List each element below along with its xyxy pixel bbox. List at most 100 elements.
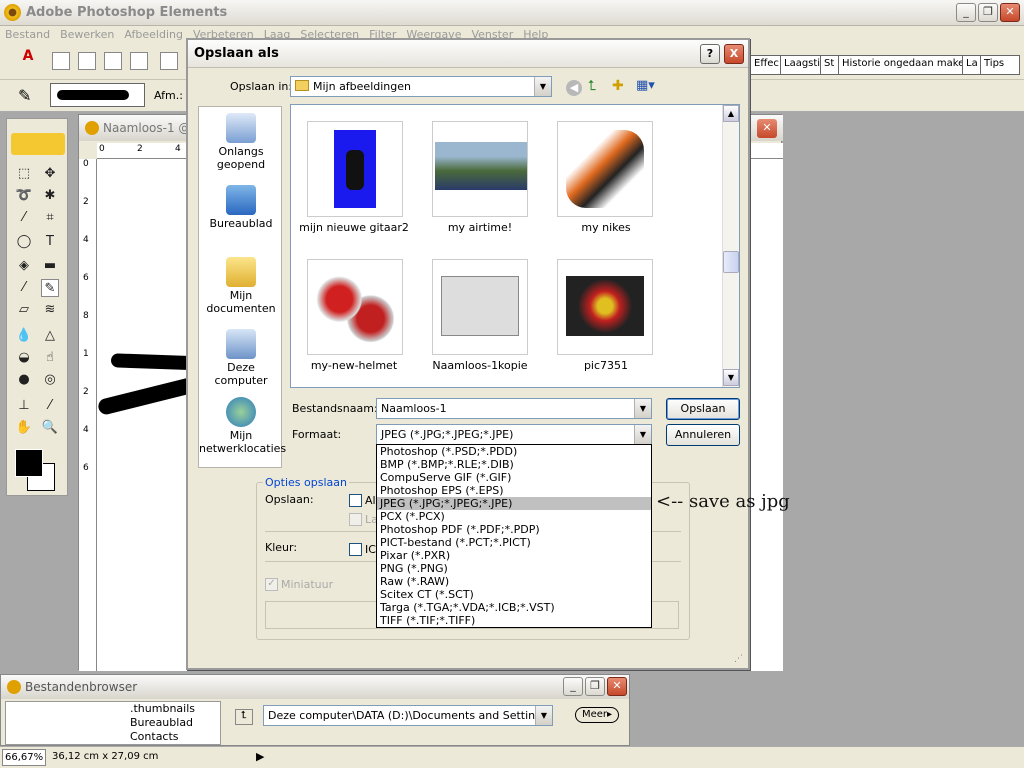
palette-tab-history[interactable]: Historie ongedaan maken	[839, 56, 963, 74]
hand-tool-icon[interactable]: ✋	[15, 419, 33, 437]
file-list-scrollbar[interactable]: ▲ ▼	[722, 105, 739, 387]
save-button[interactable]: Opslaan	[666, 398, 740, 420]
zoom-level[interactable]: 66,67%	[2, 749, 46, 766]
file-thumbnail[interactable]	[307, 259, 403, 355]
place-my-documents[interactable]: Mijn documenten	[199, 257, 283, 315]
file-name[interactable]: mijn nieuwe gitaar2	[291, 221, 417, 234]
format-option[interactable]: BMP (*.BMP;*.RLE;*.DIB)	[377, 458, 651, 471]
minimize-button[interactable]: _	[956, 3, 976, 22]
file-thumbnail[interactable]	[557, 121, 653, 217]
import-icon[interactable]	[130, 52, 148, 70]
format-option[interactable]: TIFF (*.TIF;*.TIFF)	[377, 614, 651, 627]
menu-item-bestand[interactable]: Bestand	[0, 26, 55, 43]
format-option-selected[interactable]: JPEG (*.JPG;*.JPEG;*.JPE)	[377, 497, 651, 510]
lasso-tool-icon[interactable]: ➰	[15, 187, 33, 205]
format-option[interactable]: CompuServe GIF (*.GIF)	[377, 471, 651, 484]
zoom-tool-icon[interactable]: 🔍	[41, 419, 59, 437]
save-in-combo[interactable]: Mijn afbeeldingen ▼	[290, 76, 552, 97]
clone-tool-icon[interactable]: ◎	[41, 371, 59, 389]
format-option[interactable]: Targa (*.TGA;*.VDA;*.ICB;*.VST)	[377, 601, 651, 614]
new-file-icon[interactable]	[52, 52, 70, 70]
impressionist-brush-icon[interactable]: ≋	[41, 301, 59, 319]
shape-tool-icon[interactable]: ◯	[15, 233, 33, 251]
browse-icon[interactable]	[104, 52, 122, 70]
dialog-close-button[interactable]: X	[724, 44, 744, 64]
icc-profile-checkbox[interactable]	[349, 543, 362, 556]
browser-minimize-button[interactable]: _	[563, 677, 583, 696]
open-file-icon[interactable]	[78, 52, 96, 70]
format-option[interactable]: Raw (*.RAW)	[377, 575, 651, 588]
document-close-button[interactable]: ✕	[757, 119, 777, 138]
status-menu-arrow-icon[interactable]: ▶	[256, 750, 264, 763]
help-button[interactable]: ?	[700, 44, 720, 64]
menu-item-bewerken[interactable]: Bewerken	[55, 26, 119, 43]
format-option[interactable]: Pixar (*.PXR)	[377, 549, 651, 562]
format-option[interactable]: Scitex CT (*.SCT)	[377, 588, 651, 601]
format-select[interactable]: JPEG (*.JPG;*.JPEG;*.JPE) ▼	[376, 424, 652, 445]
red-eye-tool-icon[interactable]: ●	[15, 371, 33, 389]
browser-close-button[interactable]: ✕	[607, 677, 627, 696]
sharpen-tool-icon[interactable]: △	[41, 327, 59, 345]
menu-item-afbeelding[interactable]: Afbeelding	[119, 26, 188, 43]
type-tool-icon[interactable]: T	[41, 233, 59, 251]
file-name[interactable]: my-new-helmet	[291, 359, 417, 372]
file-name[interactable]: my airtime!	[417, 221, 543, 234]
file-thumbnail[interactable]	[557, 259, 653, 355]
browser-path-combo[interactable]: Deze computer\DATA (D:)\Documents and Se…	[263, 705, 553, 726]
tree-item[interactable]: Bureaublad	[130, 716, 193, 729]
close-app-button[interactable]: ✕	[1000, 3, 1020, 22]
browser-restore-button[interactable]: ❐	[585, 677, 605, 696]
folder-up-icon[interactable]: ⮤	[588, 78, 606, 96]
format-option[interactable]: Photoshop PDF (*.PDF;*.PDP)	[377, 523, 651, 536]
format-option[interactable]: Photoshop (*.PSD;*.PDD)	[377, 445, 651, 458]
pencil-tool-icon[interactable]: ✎	[41, 279, 59, 297]
format-option[interactable]: PNG (*.PNG)	[377, 562, 651, 575]
file-thumbnail[interactable]	[432, 121, 528, 217]
brush-tool-icon[interactable]: ⁄	[15, 279, 33, 297]
eyedropper-icon[interactable]: ⁄	[41, 397, 59, 415]
scroll-thumb[interactable]	[723, 251, 739, 273]
back-icon[interactable]: ◀	[566, 80, 582, 96]
file-thumbnail[interactable]	[432, 259, 528, 355]
tree-item[interactable]: Contacts	[130, 730, 179, 743]
smudge-tool-icon[interactable]: ☝	[41, 349, 59, 367]
format-option[interactable]: PCX (*.PCX)	[377, 510, 651, 523]
palette-tab-effects[interactable]: Effec	[751, 56, 781, 74]
magic-wand-icon[interactable]: ✱	[41, 187, 59, 205]
marquee-tool-icon[interactable]: ⬚	[15, 165, 33, 183]
crop-tool-icon[interactable]: ⌗	[41, 209, 59, 227]
scroll-up-icon[interactable]: ▲	[723, 105, 739, 122]
more-button[interactable]: Meer▸	[575, 707, 619, 723]
brush-preset-picker[interactable]	[50, 83, 145, 107]
palette-tab-styles[interactable]: St	[821, 56, 839, 74]
blur-tool-icon[interactable]: 💧	[15, 327, 33, 345]
eraser-tool-icon[interactable]: ▱	[15, 301, 33, 319]
place-desktop[interactable]: Bureaublad	[199, 185, 283, 230]
file-name[interactable]: Naamloos-1kopie	[417, 359, 543, 372]
file-thumbnail[interactable]	[307, 121, 403, 217]
file-name[interactable]: my nikes	[543, 221, 669, 234]
scroll-down-icon[interactable]: ▼	[723, 369, 739, 386]
gradient-tool-icon[interactable]: ▬	[41, 257, 59, 275]
place-recent[interactable]: Onlangs geopend	[199, 113, 283, 171]
selection-brush-icon[interactable]: ⁄	[15, 209, 33, 227]
cancel-button[interactable]: Annuleren	[666, 424, 740, 446]
palette-tab-tips[interactable]: Tips	[981, 56, 1011, 74]
new-folder-icon[interactable]: ✚	[612, 78, 630, 96]
file-name[interactable]: pic7351	[543, 359, 669, 372]
place-my-computer[interactable]: Deze computer	[199, 329, 283, 387]
tree-item[interactable]: .thumbnails	[130, 702, 195, 715]
folder-up-icon[interactable]: ⮤	[235, 709, 253, 725]
save-icon[interactable]	[160, 52, 178, 70]
filename-input[interactable]: Naamloos-1 ▼	[376, 398, 652, 419]
sponge-tool-icon[interactable]: ◒	[15, 349, 33, 367]
palette-tab-layers[interactable]: La	[963, 56, 981, 74]
foreground-color-swatch[interactable]	[15, 449, 43, 477]
paint-bucket-icon[interactable]: ◈	[15, 257, 33, 275]
palette-tab-layer-styles[interactable]: Laagsti	[781, 56, 821, 74]
save-option-checkbox[interactable]	[349, 494, 362, 507]
format-option[interactable]: PICT-bestand (*.PCT;*.PICT)	[377, 536, 651, 549]
format-option[interactable]: Photoshop EPS (*.EPS)	[377, 484, 651, 497]
restore-button[interactable]: ❐	[978, 3, 998, 22]
place-network[interactable]: Mijn netwerklocaties	[199, 397, 286, 455]
